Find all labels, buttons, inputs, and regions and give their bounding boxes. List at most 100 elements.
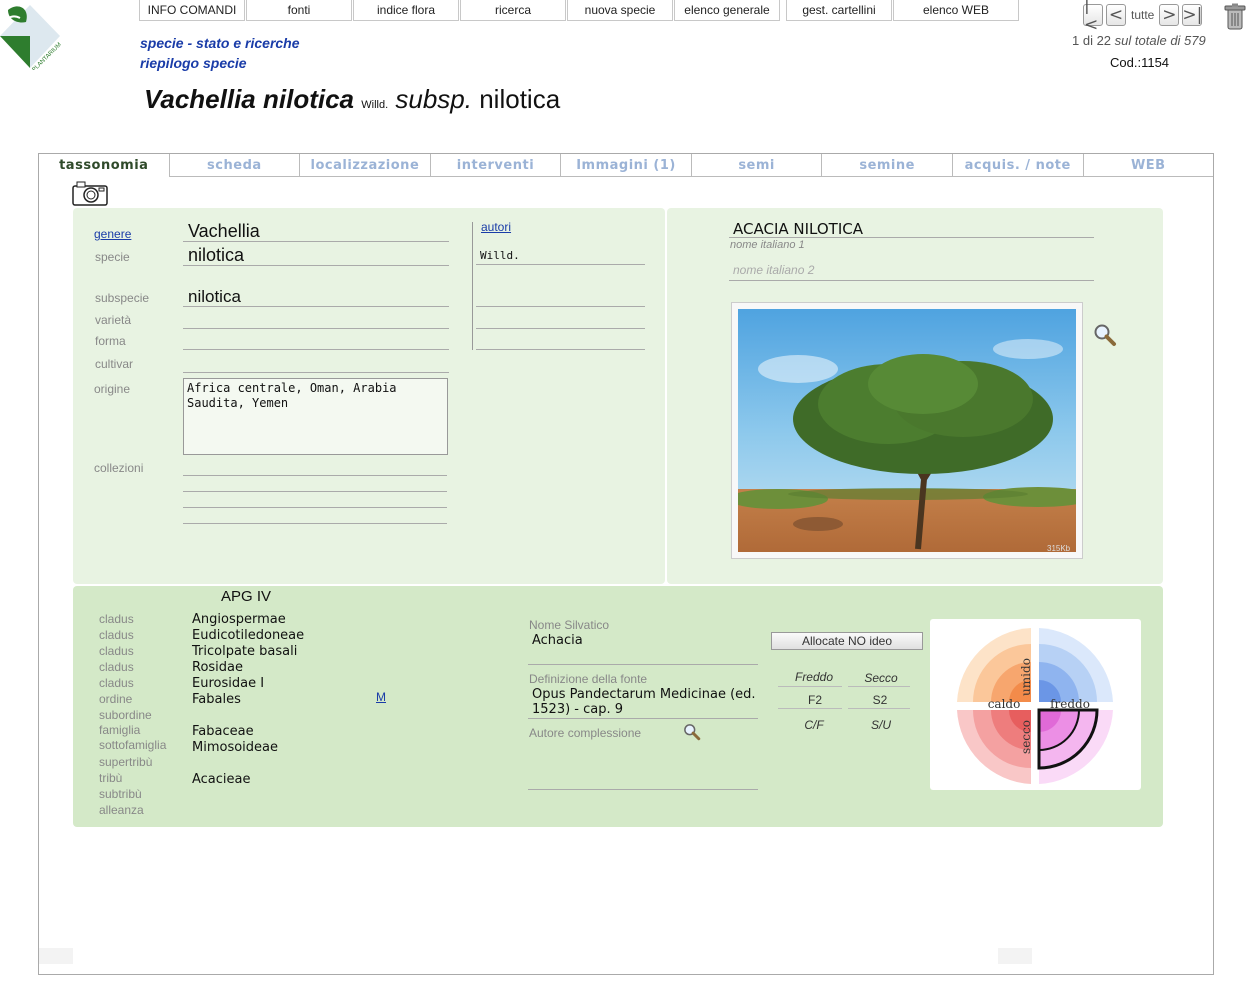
genere-link[interactable]: genere (94, 227, 131, 241)
autore-complessione-label: Autore complessione (529, 726, 642, 740)
nome-italiano-1-label: nome italiano 1 (730, 239, 805, 251)
collezioni-field-2[interactable] (183, 491, 447, 492)
apg-row-label: alleanza (99, 803, 144, 817)
definizione-fonte-value[interactable]: Opus Pandectarum Medicinae (ed. 1523) - … (532, 687, 757, 717)
species-photo[interactable] (738, 309, 1076, 552)
nome-italiano-2-field[interactable]: nome italiano 2 (733, 263, 814, 277)
all-records-toggle[interactable]: tutte (1131, 8, 1154, 22)
genere-underline (183, 241, 449, 242)
collezioni-field-4[interactable] (183, 523, 447, 524)
menu-info-comandi[interactable]: INFO COMANDI (139, 0, 245, 21)
title-author: Willd. (361, 99, 389, 111)
freddo-value-line (778, 708, 842, 709)
subspecie-value[interactable]: nilotica (188, 287, 241, 307)
menu-elenco-web[interactable]: elenco WEB (893, 0, 1019, 21)
nome-italiano-2-underline (729, 280, 1094, 281)
prev-record-button[interactable]: < (1106, 4, 1126, 26)
tab-semi[interactable]: semi (691, 154, 823, 177)
forma-label: forma (95, 334, 126, 348)
genere-value[interactable]: Vachellia (188, 221, 260, 242)
origine-textarea[interactable]: Africa centrale, Oman, Arabia Saudita, Y… (183, 378, 448, 455)
autore-varieta-field[interactable] (476, 328, 645, 329)
apg-row-label: ordine (99, 692, 133, 706)
tab-acquis-note[interactable]: acquis. / note (952, 154, 1084, 177)
apg-row-label: subtribù (99, 787, 142, 801)
breadcrumb-section[interactable]: specie - stato e ricerche (140, 35, 300, 51)
magnify-icon[interactable] (1093, 323, 1117, 347)
collezioni-field-1[interactable] (183, 475, 447, 476)
order-m-link[interactable]: M (376, 690, 386, 704)
apg-row-value: Acacieae (192, 772, 251, 787)
tab-interventi[interactable]: interventi (430, 154, 562, 177)
subspecie-label: subspecie (95, 291, 150, 305)
search-autore-icon[interactable] (683, 723, 701, 741)
menu-fonti[interactable]: fonti (246, 0, 352, 21)
varieta-label: varietà (95, 313, 132, 327)
title-genus-species: Vachellia nilotica (144, 84, 355, 114)
specie-value[interactable]: nilotica (188, 245, 244, 266)
apg-row-label: supertribù (99, 755, 153, 769)
collezioni-field-3[interactable] (183, 507, 447, 508)
temperament-wheel[interactable]: umido caldo freddo secco (930, 619, 1141, 790)
nome-silvatico-label: Nome Silvatico (529, 618, 610, 632)
next-record-button[interactable]: > (1159, 4, 1180, 26)
title-infra: nilotica (479, 84, 561, 114)
record-position: 1 di 22 sul totale di 579 (1072, 33, 1206, 48)
wheel-label-freddo: freddo (1050, 697, 1090, 711)
nome-italiano-1-value[interactable]: ACACIA NILOTICA (733, 220, 863, 238)
secco-header: Secco (864, 671, 898, 685)
autore-forma-field[interactable] (476, 349, 645, 350)
menu-elenco-generale[interactable]: elenco generale (674, 0, 780, 21)
record-index: 1 di 22 (1072, 33, 1112, 48)
forma-field[interactable] (183, 349, 449, 350)
tab-scheda[interactable]: scheda (169, 154, 301, 177)
menu-indice-flora[interactable]: indice flora (353, 0, 459, 21)
origine-label: origine (94, 382, 131, 396)
cultivar-field[interactable] (183, 372, 449, 373)
freddo-header-line (778, 686, 842, 687)
allocate-button[interactable]: Allocate NO ideo (771, 632, 923, 650)
apg-row-label: cladus (99, 612, 134, 626)
apg-row-label: subordine (99, 708, 152, 722)
definizione-fonte-label: Definizione della fonte (529, 672, 648, 686)
breadcrumb-page[interactable]: riepilogo specie (140, 55, 247, 71)
title-rank: subsp. (395, 84, 472, 114)
plantarium-logo: PLANTARIUM (0, 5, 63, 70)
trash-icon[interactable] (1222, 3, 1248, 31)
tab-semine[interactable]: semine (822, 154, 953, 177)
apg-row-value: Fabaceae (192, 724, 254, 739)
tab-tassonomia[interactable]: tassonomia (39, 154, 170, 177)
wheel-label-caldo: caldo (988, 697, 1021, 711)
last-record-button[interactable]: >| (1182, 4, 1203, 26)
collezioni-label: collezioni (94, 461, 144, 475)
apg-row-label: famiglia (99, 723, 141, 737)
subspecie-underline (183, 306, 449, 307)
autori-link[interactable]: autori (481, 220, 511, 234)
apg-row-value: Mimosoideae (192, 740, 278, 755)
first-record-button[interactable]: |< (1083, 0, 1103, 35)
menu-nuova-specie[interactable]: nuova specie (567, 0, 673, 21)
definizione-fonte-underline (528, 718, 758, 719)
corner-placeholder (998, 948, 1032, 964)
menu-ricerca[interactable]: ricerca (460, 0, 566, 21)
varieta-field[interactable] (183, 328, 449, 329)
nome-italiano-1-underline (729, 237, 1094, 238)
nome-silvatico-value[interactable]: Achacia (532, 633, 583, 648)
record-total: sul totale di 579 (1114, 33, 1206, 48)
apg-row-value: Fabales (192, 692, 241, 707)
record-code: Cod.:1154 (1110, 55, 1170, 70)
tab-localizzazione[interactable]: localizzazione (300, 154, 431, 177)
apg-row-label: sottofamiglia (99, 738, 167, 752)
tab-web[interactable]: WEB (1083, 154, 1214, 177)
autore-complessione-field[interactable] (528, 789, 758, 790)
tab-immagini[interactable]: Immagini (1) (561, 154, 692, 177)
autore-subspecie-field[interactable] (476, 306, 645, 307)
freddo-value[interactable]: F2 (785, 693, 845, 707)
camera-icon[interactable] (72, 180, 108, 206)
autore-specie-value[interactable]: Willd. (480, 249, 520, 262)
menu-gest-cartellini[interactable]: gest. cartellini (786, 0, 892, 21)
secco-value[interactable]: S2 (850, 693, 910, 707)
wheel-label-secco: secco (1019, 720, 1033, 754)
apg-row-value: Angiospermae (192, 612, 286, 627)
specie-underline (183, 265, 449, 266)
